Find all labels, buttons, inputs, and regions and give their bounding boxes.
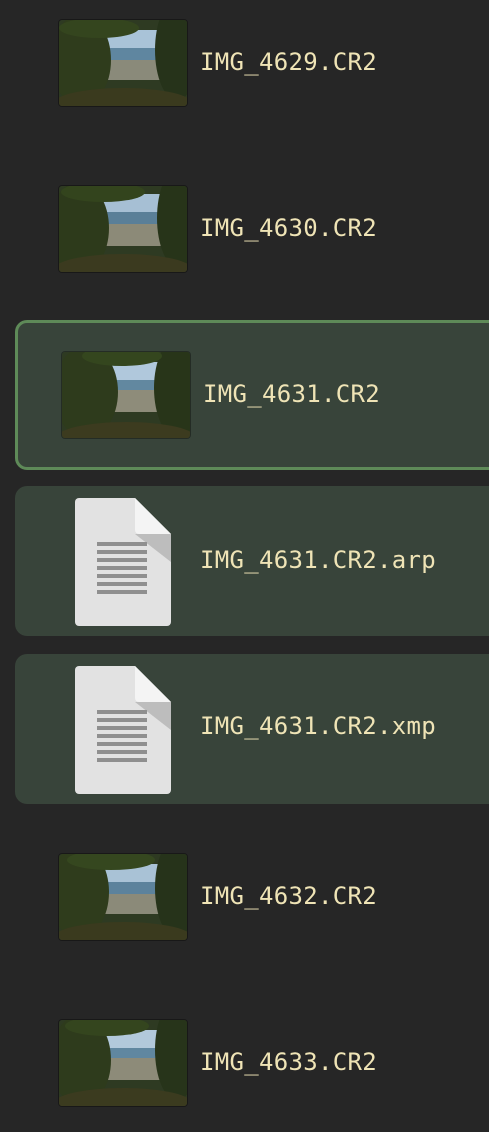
photo-thumbnail-icon xyxy=(59,1020,187,1106)
photo-thumbnail-icon xyxy=(59,20,187,106)
photo-thumbnail-icon xyxy=(59,854,187,940)
file-row-related[interactable]: IMG_4631.CR2.xmp xyxy=(15,654,489,804)
file-row[interactable]: IMG_4630.CR2 xyxy=(15,154,489,304)
file-row[interactable]: IMG_4629.CR2 xyxy=(15,0,489,138)
file-name: IMG_4631.CR2 xyxy=(203,380,380,408)
file-row[interactable]: IMG_4633.CR2 xyxy=(15,988,489,1132)
file-name: IMG_4629.CR2 xyxy=(200,48,377,76)
photo-thumbnail-icon xyxy=(59,186,187,272)
file-row-related[interactable]: IMG_4631.CR2.arp xyxy=(15,486,489,636)
file-name: IMG_4631.CR2.xmp xyxy=(200,712,436,740)
file-list: IMG_4629.CR2 IMG_4630.CR2 IMG_4631.CR2 I… xyxy=(0,0,489,1132)
photo-thumbnail-icon xyxy=(62,352,190,438)
file-name: IMG_4631.CR2.arp xyxy=(200,546,436,574)
text-document-icon xyxy=(75,666,171,794)
file-name: IMG_4632.CR2 xyxy=(200,882,377,910)
text-document-icon xyxy=(75,498,171,626)
file-row-selected[interactable]: IMG_4631.CR2 xyxy=(15,320,489,470)
file-name: IMG_4633.CR2 xyxy=(200,1048,377,1076)
file-name: IMG_4630.CR2 xyxy=(200,214,377,242)
file-row[interactable]: IMG_4632.CR2 xyxy=(15,822,489,972)
